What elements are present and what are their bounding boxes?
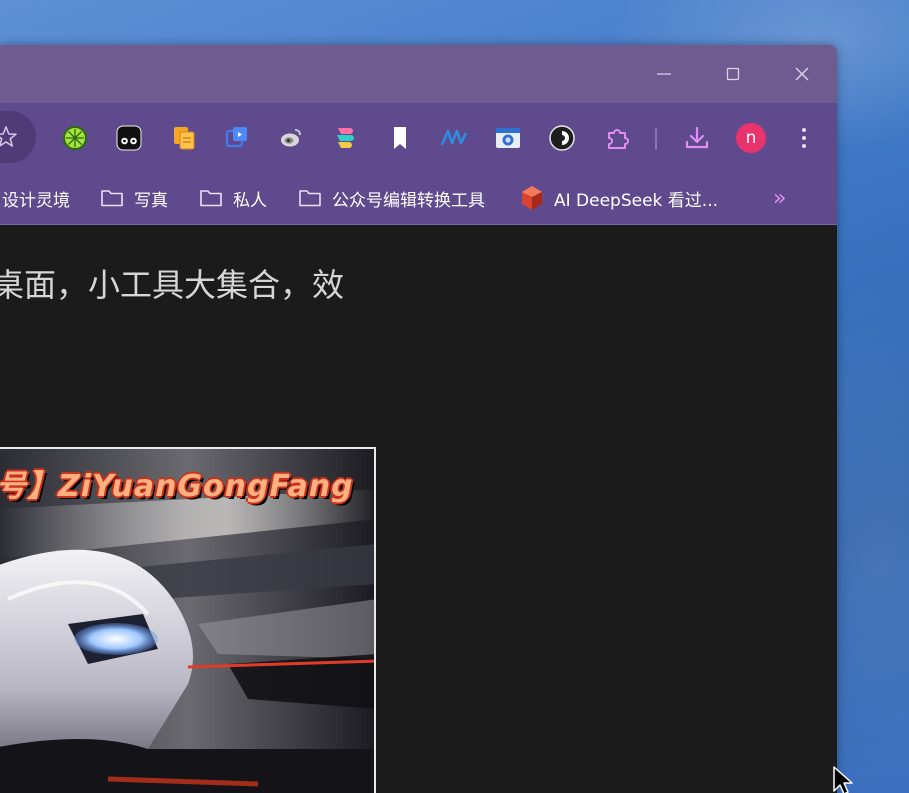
page-content: 桌面，小工具大集合，效 号】ZiYuanGongFang [0, 225, 837, 793]
bookmark-icon[interactable] [386, 124, 414, 152]
bookmarks-bar: 设计灵境 写真 私人 公众号编辑转换工具 AI DeepSeek 看过... » [0, 173, 837, 225]
minimize-icon [657, 73, 671, 75]
folder-icon [200, 190, 222, 207]
bookmark-folder-xiezhen[interactable]: 写真 [100, 183, 168, 213]
profile-initial: n [736, 123, 766, 153]
bookmark-label: 公众号编辑转换工具 [332, 190, 485, 211]
copy-docs-icon[interactable] [170, 124, 198, 152]
bookmark-folder-private[interactable]: 私人 [199, 183, 267, 213]
browser-window: n 设计灵境 写真 私人 公众号编辑转换工具 AI DeepSeek 看过...… [0, 45, 837, 793]
bookmark-item[interactable]: 设计灵境 [2, 183, 70, 213]
browser-toolbar: n [0, 103, 837, 173]
bookmark-label: 写真 [134, 190, 168, 211]
bookmark-ai-deepseek[interactable]: AI DeepSeek 看过... [520, 183, 718, 213]
maximize-button[interactable] [710, 59, 756, 89]
bookmark-label: 设计灵境 [2, 190, 70, 211]
folder-icon [299, 190, 321, 207]
puzzle-extensions-icon[interactable] [603, 124, 631, 152]
camera-screenshot-icon[interactable] [494, 124, 522, 152]
poster-title: 号】ZiYuanGongFang [0, 469, 354, 504]
screen-capture-icon[interactable] [223, 124, 251, 152]
close-icon [795, 67, 809, 81]
circle-dark-icon[interactable] [548, 124, 576, 152]
face-icon[interactable] [115, 124, 143, 152]
folder-icon [101, 190, 123, 207]
article-headline: 桌面，小工具大集合，效 [0, 266, 345, 304]
maximize-icon [726, 67, 740, 81]
address-bar[interactable] [0, 111, 36, 163]
bookmark-label: AI DeepSeek 看过... [554, 190, 719, 211]
profile-avatar[interactable]: n [735, 122, 767, 154]
bookmark-label: 私人 [233, 190, 267, 211]
chevron-double-right-icon: » [773, 185, 787, 211]
waveform-icon[interactable] [440, 124, 468, 152]
toolbar-separator [655, 128, 657, 150]
bookmarks-overflow-button[interactable]: » [773, 183, 786, 213]
weibo-icon[interactable] [277, 124, 305, 152]
bookmark-folder-tools[interactable]: 公众号编辑转换工具 [298, 183, 485, 213]
title-bar[interactable] [0, 45, 837, 103]
star-icon[interactable] [0, 125, 18, 149]
minimize-button[interactable] [641, 59, 687, 89]
close-button[interactable] [779, 59, 825, 89]
kebab-menu-icon[interactable] [790, 124, 818, 152]
download-icon[interactable] [683, 124, 711, 152]
lime-icon[interactable] [61, 124, 89, 152]
mouse-cursor-icon [833, 766, 853, 793]
article-image: 号】ZiYuanGongFang [0, 447, 376, 793]
layers-icon[interactable] [331, 124, 359, 152]
ruby-icon [522, 186, 542, 210]
